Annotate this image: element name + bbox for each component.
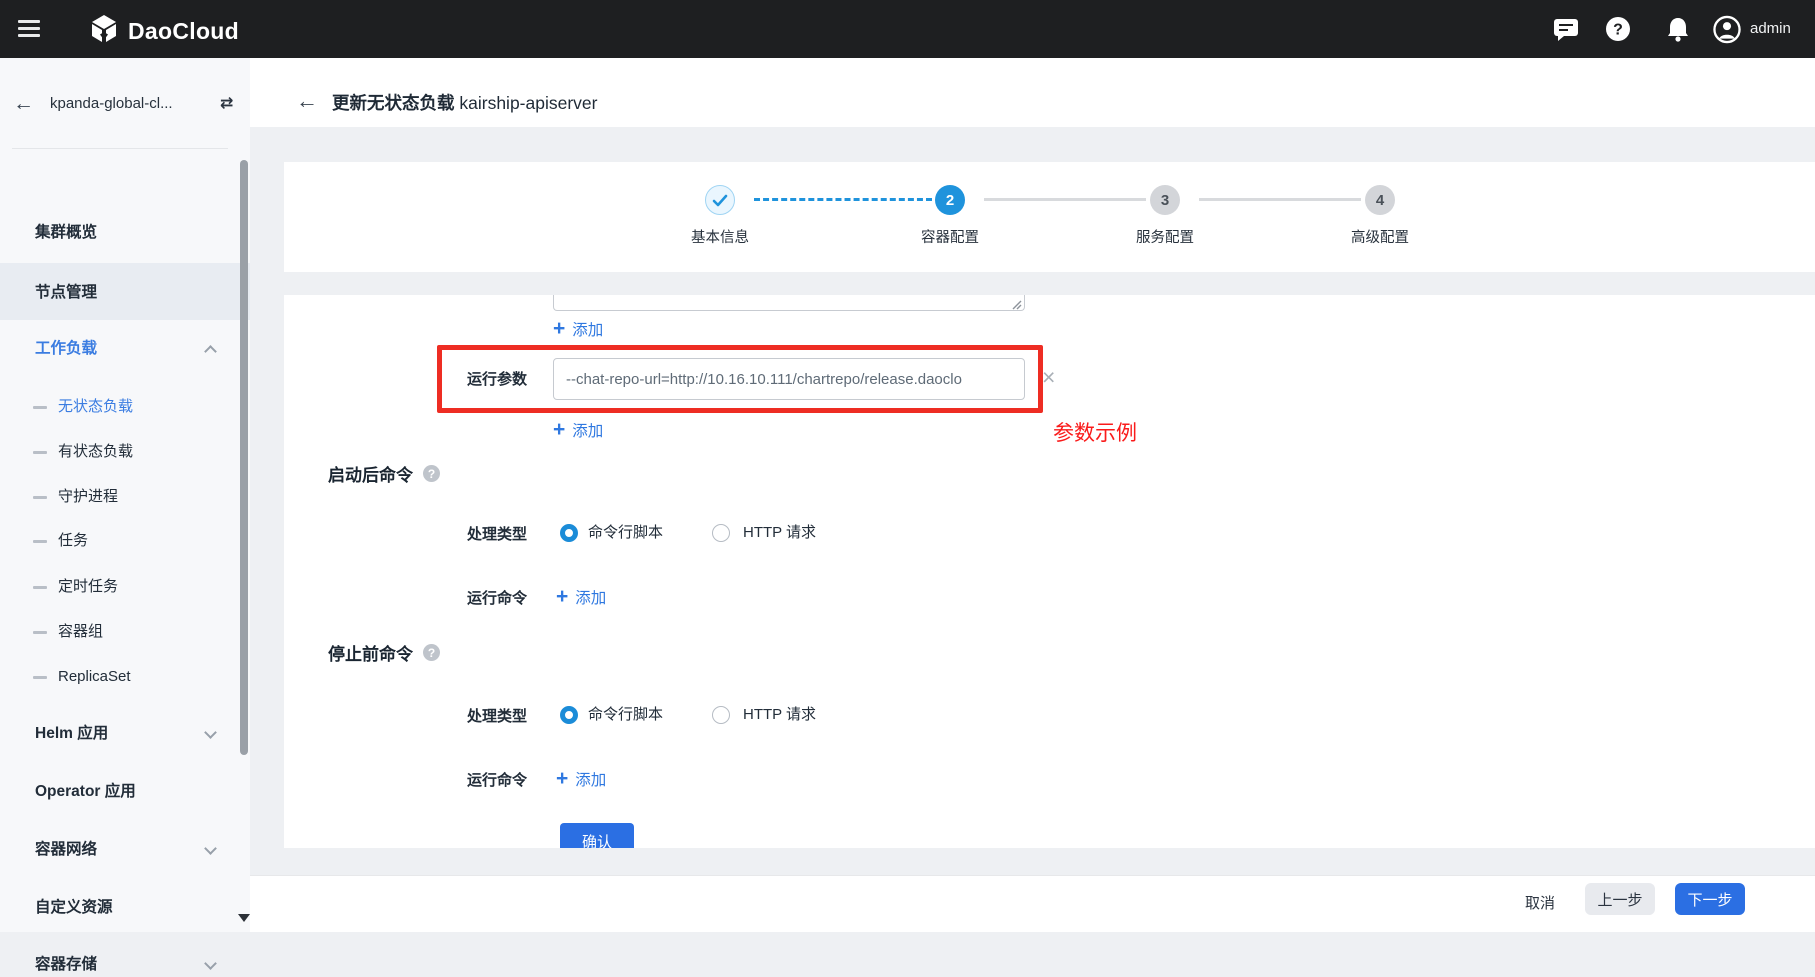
- chevron-down-icon: [204, 726, 217, 739]
- sidebar-item-cluster-overview[interactable]: 集群概览: [0, 221, 250, 245]
- cluster-name[interactable]: kpanda-global-cl...: [50, 95, 218, 112]
- run-args-input[interactable]: [553, 358, 1025, 400]
- page-back-arrow-icon[interactable]: ←: [296, 88, 318, 114]
- add-command-button[interactable]: + 添加: [553, 318, 603, 340]
- item-dash: [33, 496, 47, 499]
- item-dash: [33, 406, 47, 409]
- chevron-down-icon: [204, 957, 217, 970]
- sidebar-scroll-down-arrow-icon[interactable]: [238, 914, 250, 922]
- item-dash: [33, 586, 47, 589]
- post-start-section-title: 启动后命令 ?: [328, 461, 440, 486]
- radio-command-script-selected[interactable]: [560, 706, 578, 724]
- confirm-button[interactable]: 确认: [560, 823, 634, 848]
- chevron-down-icon: [204, 842, 217, 855]
- textarea-resize-handle-icon[interactable]: [1011, 297, 1022, 308]
- sidebar-item-deployments[interactable]: 无状态负载: [0, 395, 250, 419]
- sidebar: ← kpanda-global-cl... ⇄ 集群概览 节点管理 工作负载 无…: [0, 58, 250, 932]
- step-2-circle[interactable]: 2: [935, 185, 965, 215]
- sidebar-item-helm-apps[interactable]: Helm 应用: [0, 722, 250, 746]
- previous-step-button[interactable]: 上一步: [1585, 883, 1655, 915]
- brand-name: DaoCloud: [128, 18, 239, 45]
- sidebar-item-daemonsets[interactable]: 守护进程: [0, 485, 250, 509]
- help-circle-icon[interactable]: ?: [423, 644, 440, 661]
- plus-icon: +: [556, 587, 568, 607]
- chat-icon[interactable]: [1552, 15, 1580, 43]
- radio-http-request-label[interactable]: HTTP 请求: [743, 523, 816, 543]
- radio-command-script-label[interactable]: 命令行脚本: [588, 705, 663, 725]
- svg-text:?: ?: [1613, 22, 1623, 39]
- item-dash: [33, 451, 47, 454]
- wizard-footer: 取消 上一步 下一步: [250, 875, 1815, 932]
- step-2-label: 容器配置: [890, 226, 1010, 247]
- sidebar-item-custom-resources[interactable]: 自定义资源: [0, 896, 250, 920]
- container-config-form: + 添加 运行参数 × + 添加 参数示例 启动后命令 ? 处理类型 命令行脚本…: [284, 295, 1815, 848]
- sidebar-item-container-storage[interactable]: 容器存储: [0, 953, 250, 977]
- add-run-command-button[interactable]: + 添加: [556, 768, 606, 790]
- next-step-button[interactable]: 下一步: [1675, 883, 1745, 915]
- radio-http-request[interactable]: [712, 524, 730, 542]
- item-dash: [33, 676, 47, 679]
- cluster-switch-icon[interactable]: ⇄: [220, 93, 233, 113]
- plus-icon: +: [553, 420, 565, 440]
- pre-stop-section-title: 停止前命令 ?: [328, 640, 440, 665]
- run-command-label: 运行命令: [457, 769, 527, 790]
- chevron-up-icon: [204, 345, 217, 358]
- step-connector: [984, 198, 1146, 201]
- brand-logo[interactable]: DaoCloud: [88, 13, 239, 50]
- red-annotation-text: 参数示例: [1053, 417, 1137, 447]
- step-4-label: 高级配置: [1320, 226, 1440, 247]
- radio-command-script-label[interactable]: 命令行脚本: [588, 523, 663, 543]
- help-circle-icon[interactable]: ?: [423, 465, 440, 482]
- cancel-button[interactable]: 取消: [1525, 888, 1555, 920]
- sidebar-item-container-network[interactable]: 容器网络: [0, 838, 250, 862]
- sidebar-item-cronjobs[interactable]: 定时任务: [0, 575, 250, 599]
- hamburger-menu-icon[interactable]: [18, 20, 40, 37]
- sidebar-item-pods[interactable]: 容器组: [0, 620, 250, 644]
- step-connector: [1199, 198, 1361, 201]
- handler-type-label: 处理类型: [457, 523, 527, 544]
- sidebar-item-operator-apps[interactable]: Operator 应用: [0, 780, 250, 804]
- step-3-label: 服务配置: [1105, 226, 1225, 247]
- sidebar-item-statefulsets[interactable]: 有状态负载: [0, 440, 250, 464]
- radio-http-request[interactable]: [712, 706, 730, 724]
- plus-icon: +: [553, 319, 565, 339]
- command-textarea[interactable]: [553, 295, 1025, 311]
- radio-command-script-selected[interactable]: [560, 524, 578, 542]
- step-connector: [754, 198, 932, 201]
- item-dash: [33, 631, 47, 634]
- run-command-label: 运行命令: [457, 587, 527, 608]
- page-title-workload: kairship-apiserver: [459, 93, 597, 113]
- notification-bell-icon[interactable]: [1664, 15, 1692, 43]
- username-label[interactable]: admin: [1750, 19, 1791, 39]
- page-title-action: 更新无状态负载: [332, 93, 455, 113]
- stepper-card: 2 3 4 基本信息 容器配置 服务配置 高级配置: [284, 162, 1815, 272]
- user-avatar-icon[interactable]: [1713, 15, 1741, 43]
- plus-icon: +: [556, 769, 568, 789]
- daocloud-logo-icon: [88, 13, 120, 50]
- sidebar-scrollbar-thumb[interactable]: [240, 160, 248, 755]
- step-1-label: 基本信息: [660, 226, 780, 247]
- step-3-circle[interactable]: 3: [1150, 185, 1180, 215]
- add-arg-button[interactable]: + 添加: [553, 419, 603, 441]
- sidebar-item-jobs[interactable]: 任务: [0, 529, 250, 553]
- top-header: DaoCloud ? admin: [0, 0, 1815, 58]
- sidebar-item-node-management[interactable]: 节点管理: [0, 281, 250, 305]
- page-title: 更新无状态负载 kairship-apiserver: [332, 90, 597, 115]
- step-1-done-check-icon[interactable]: [705, 185, 735, 215]
- sidebar-divider: [12, 148, 228, 149]
- remove-arg-icon[interactable]: ×: [1042, 365, 1055, 389]
- item-dash: [33, 540, 47, 543]
- step-4-circle[interactable]: 4: [1365, 185, 1395, 215]
- radio-http-request-label[interactable]: HTTP 请求: [743, 705, 816, 725]
- sidebar-item-workloads[interactable]: 工作负载: [0, 337, 250, 361]
- run-args-label: 运行参数: [457, 368, 527, 389]
- handler-type-label: 处理类型: [457, 705, 527, 726]
- sidebar-item-replicaset[interactable]: ReplicaSet: [0, 665, 250, 689]
- cluster-back-arrow-icon[interactable]: ←: [13, 92, 34, 116]
- help-icon[interactable]: ?: [1604, 15, 1632, 43]
- add-run-command-button[interactable]: + 添加: [556, 586, 606, 608]
